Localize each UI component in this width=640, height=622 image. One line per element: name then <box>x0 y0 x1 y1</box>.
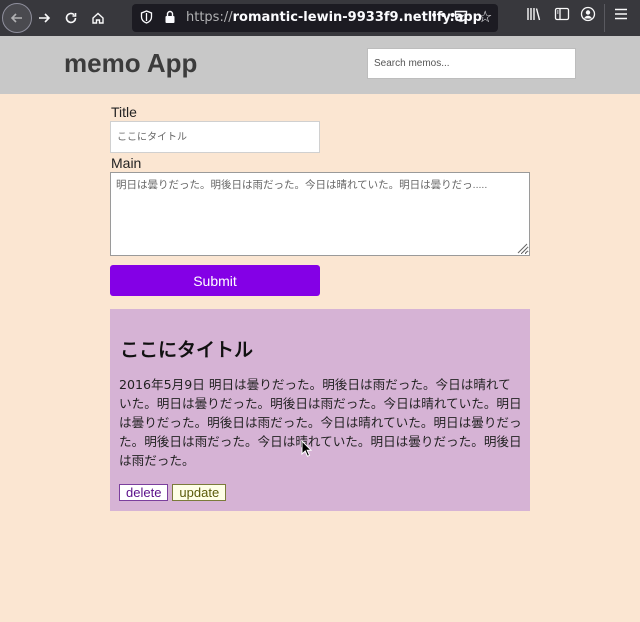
url-scheme: https:// <box>186 10 233 25</box>
app-header: memo App <box>0 36 640 94</box>
app-title: memo App <box>64 48 198 78</box>
memo-body: 2016年5月9日 明日は曇りだった。明後日は雨だった。今日は晴れていた。明日は… <box>119 377 522 468</box>
forward-arrow-icon[interactable] <box>32 6 56 30</box>
search-input[interactable] <box>367 48 576 79</box>
submit-button[interactable]: Submit <box>110 265 320 296</box>
memo-actions: delete update <box>119 484 227 501</box>
account-icon[interactable] <box>580 6 596 26</box>
resize-grip-icon[interactable] <box>517 243 528 254</box>
title-input[interactable] <box>110 121 320 153</box>
delete-button[interactable]: delete <box>119 484 169 501</box>
hamburger-menu-icon[interactable] <box>614 6 628 26</box>
memo-title: ここにタイトル <box>120 339 254 361</box>
mouse-cursor-icon <box>301 440 313 457</box>
update-button[interactable]: update <box>172 484 227 501</box>
pocket-icon[interactable] <box>454 9 468 27</box>
back-arrow-icon[interactable] <box>2 3 32 33</box>
main-textarea[interactable] <box>110 172 530 256</box>
star-icon[interactable]: ☆ <box>478 7 492 26</box>
main-label: Main <box>111 155 142 171</box>
memo-card: ここにタイトル 2016年5月9日 明日は曇りだった。明後日は雨だった。今日は晴… <box>110 309 530 511</box>
sidebar-icon[interactable] <box>554 6 570 26</box>
title-label: Title <box>111 104 137 120</box>
url-bar[interactable]: https://romantic-lewin-9933f9.netlify.ap… <box>132 4 498 32</box>
home-icon[interactable] <box>86 6 110 30</box>
shield-icon[interactable] <box>140 10 153 28</box>
lock-icon[interactable] <box>164 10 176 28</box>
reload-icon[interactable] <box>59 6 83 30</box>
toolbar-separator <box>604 4 605 32</box>
library-icon[interactable] <box>526 6 542 26</box>
browser-toolbar: https://romantic-lewin-9933f9.netlify.ap… <box>0 0 640 36</box>
